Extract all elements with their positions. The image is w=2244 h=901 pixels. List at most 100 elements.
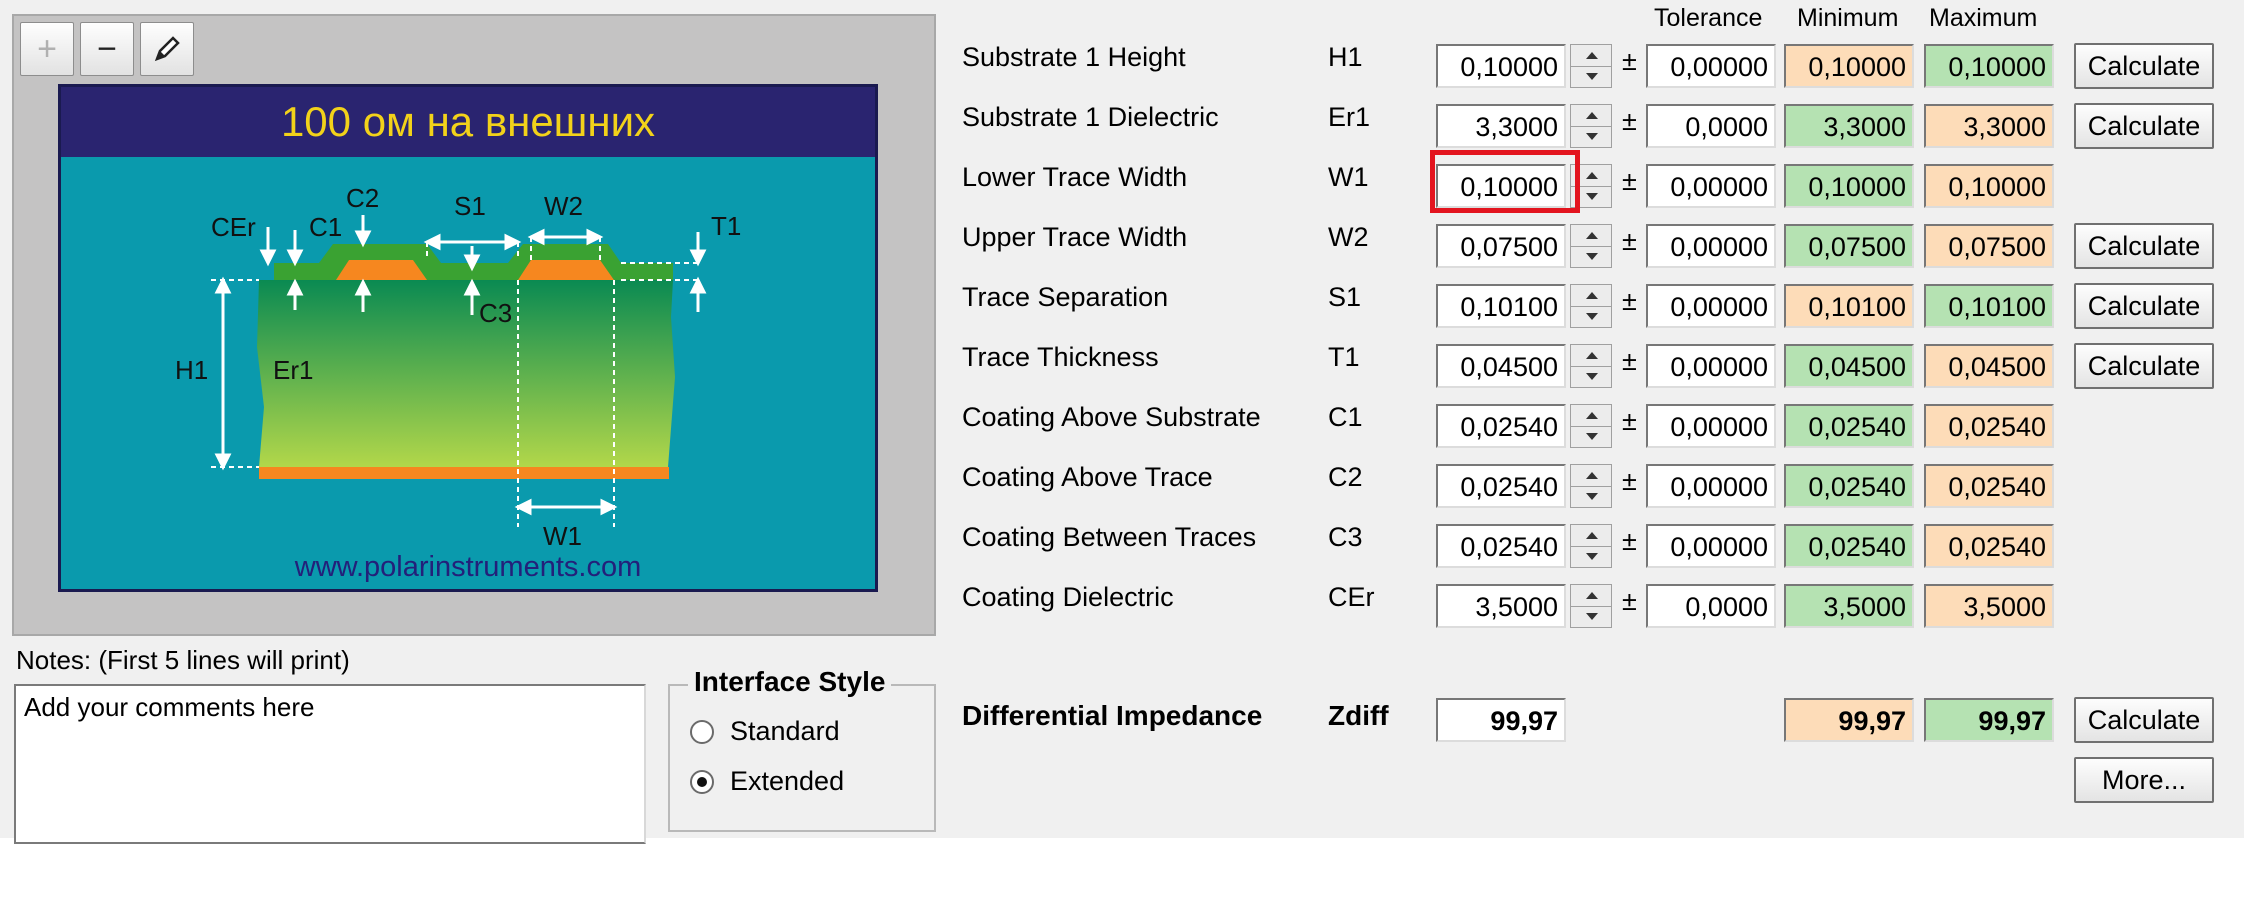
label-c1: C1 — [309, 212, 342, 242]
tolerance-input-cer[interactable]: 0,0000 — [1646, 584, 1776, 628]
label-w1: W1 — [543, 521, 582, 551]
minimum-value-c2: 0,02540 — [1784, 464, 1914, 508]
maximum-value-cer: 3,5000 — [1924, 584, 2054, 628]
zoom-in-button[interactable]: + — [20, 22, 74, 76]
calculate-button-w2[interactable]: Calculate — [2074, 223, 2214, 269]
notes-textarea[interactable]: Add your comments here — [14, 684, 646, 844]
label-t1: T1 — [711, 211, 741, 241]
plus-minus-sign: ± — [1622, 106, 1637, 136]
value-input-c3[interactable]: 0,02540 — [1436, 524, 1566, 568]
tolerance-input-s1[interactable]: 0,00000 — [1646, 284, 1776, 328]
maximum-value-t1: 0,04500 — [1924, 344, 2054, 388]
radio-standard-label: Standard — [730, 716, 840, 746]
structure-picture-panel: + − 100 ом на внешних CEr C1 C2 S1 W2 T1… — [12, 14, 936, 636]
param-symbol-c2: C2 — [1328, 462, 1363, 492]
label-er1: Er1 — [273, 355, 313, 385]
interface-style-title: Interface Style — [688, 666, 892, 698]
selected-field-highlight — [1430, 150, 1580, 213]
tolerance-input-er1[interactable]: 0,0000 — [1646, 104, 1776, 148]
maximum-value-h1: 0,10000 — [1924, 44, 2054, 88]
ground-plane — [259, 467, 669, 479]
spin-cer[interactable] — [1570, 584, 1612, 628]
spin-c3[interactable] — [1570, 524, 1612, 568]
tolerance-input-w1[interactable]: 0,00000 — [1646, 164, 1776, 208]
maximum-value-w1: 0,10000 — [1924, 164, 2054, 208]
value-input-h1[interactable]: 0,10000 — [1436, 44, 1566, 88]
param-label-c1: Coating Above Substrate — [962, 402, 1261, 432]
maximum-value-w2: 0,07500 — [1924, 224, 2054, 268]
zoom-out-button[interactable]: − — [80, 22, 134, 76]
value-input-s1[interactable]: 0,10100 — [1436, 284, 1566, 328]
substrate-shape — [257, 280, 675, 467]
plus-minus-sign: ± — [1622, 46, 1637, 76]
param-label-c2: Coating Above Trace — [962, 462, 1213, 492]
plus-minus-sign: ± — [1622, 166, 1637, 196]
pencil-icon — [154, 36, 180, 62]
param-label-cer: Coating Dielectric — [962, 582, 1174, 612]
label-cer: CEr — [211, 212, 256, 242]
param-symbol-er1: Er1 — [1328, 102, 1371, 132]
tolerance-input-w2[interactable]: 0,00000 — [1646, 224, 1776, 268]
label-s1: S1 — [454, 191, 486, 221]
tolerance-input-h1[interactable]: 0,00000 — [1646, 44, 1776, 88]
minimum-value-t1: 0,04500 — [1784, 344, 1914, 388]
value-input-c2[interactable]: 0,02540 — [1436, 464, 1566, 508]
calculate-button-er1[interactable]: Calculate — [2074, 103, 2214, 149]
tolerance-input-c2[interactable]: 0,00000 — [1646, 464, 1776, 508]
param-symbol-w1: W1 — [1328, 162, 1369, 192]
value-input-w2[interactable]: 0,07500 — [1436, 224, 1566, 268]
label-c2: C2 — [346, 183, 379, 213]
radio-standard[interactable]: Standard — [690, 716, 840, 747]
value-input-t1[interactable]: 0,04500 — [1436, 344, 1566, 388]
value-input-er1[interactable]: 3,3000 — [1436, 104, 1566, 148]
diagram-url: www.polarinstruments.com — [294, 551, 642, 583]
radio-standard-circle[interactable] — [690, 719, 714, 744]
value-input-cer[interactable]: 3,5000 — [1436, 584, 1566, 628]
spin-w2[interactable] — [1570, 224, 1612, 268]
calculate-button-t1[interactable]: Calculate — [2074, 343, 2214, 389]
minimum-value-cer: 3,5000 — [1784, 584, 1914, 628]
plus-minus-sign: ± — [1622, 346, 1637, 376]
spin-c1[interactable] — [1570, 404, 1612, 448]
spin-s1[interactable] — [1570, 284, 1612, 328]
tolerance-input-c3[interactable]: 0,00000 — [1646, 524, 1776, 568]
plus-icon: + — [37, 29, 57, 68]
zdiff-value: 99,97 — [1436, 698, 1566, 742]
minimum-header: Minimum — [1797, 4, 1899, 32]
param-symbol-h1: H1 — [1328, 42, 1363, 72]
spin-h1[interactable] — [1570, 44, 1612, 88]
calculate-button-s1[interactable]: Calculate — [2074, 283, 2214, 329]
spin-t1[interactable] — [1570, 344, 1612, 388]
spin-c2[interactable] — [1570, 464, 1612, 508]
zdiff-maximum: 99,97 — [1924, 698, 2054, 742]
edit-button[interactable] — [140, 22, 194, 76]
tolerance-input-t1[interactable]: 0,00000 — [1646, 344, 1776, 388]
plus-minus-sign: ± — [1622, 466, 1637, 496]
radio-extended-circle[interactable] — [690, 769, 714, 794]
plus-minus-sign: ± — [1622, 406, 1637, 436]
param-label-h1: Substrate 1 Height — [962, 42, 1186, 72]
more-button[interactable]: More... — [2074, 757, 2214, 803]
calculate-button-h1[interactable]: Calculate — [2074, 43, 2214, 89]
maximum-value-c1: 0,02540 — [1924, 404, 2054, 448]
value-input-c1[interactable]: 0,02540 — [1436, 404, 1566, 448]
param-symbol-w2: W2 — [1328, 222, 1369, 252]
zdiff-minimum: 99,97 — [1784, 698, 1914, 742]
param-symbol-c1: C1 — [1328, 402, 1363, 432]
maximum-value-c3: 0,02540 — [1924, 524, 2054, 568]
spin-er1[interactable] — [1570, 104, 1612, 148]
minimum-value-w1: 0,10000 — [1784, 164, 1914, 208]
param-label-w2: Upper Trace Width — [962, 222, 1188, 252]
plus-minus-sign: ± — [1622, 286, 1637, 316]
tolerance-input-c1[interactable]: 0,00000 — [1646, 404, 1776, 448]
maximum-value-c2: 0,02540 — [1924, 464, 2054, 508]
minimum-value-c1: 0,02540 — [1784, 404, 1914, 448]
trace-1 — [336, 260, 427, 280]
minimum-value-s1: 0,10100 — [1784, 284, 1914, 328]
radio-extended[interactable]: Extended — [690, 766, 844, 797]
param-symbol-s1: S1 — [1328, 282, 1362, 312]
minimum-value-w2: 0,07500 — [1784, 224, 1914, 268]
plus-minus-sign: ± — [1622, 226, 1637, 256]
param-symbol-cer: CEr — [1328, 582, 1375, 612]
zdiff-calculate-button[interactable]: Calculate — [2074, 697, 2214, 743]
